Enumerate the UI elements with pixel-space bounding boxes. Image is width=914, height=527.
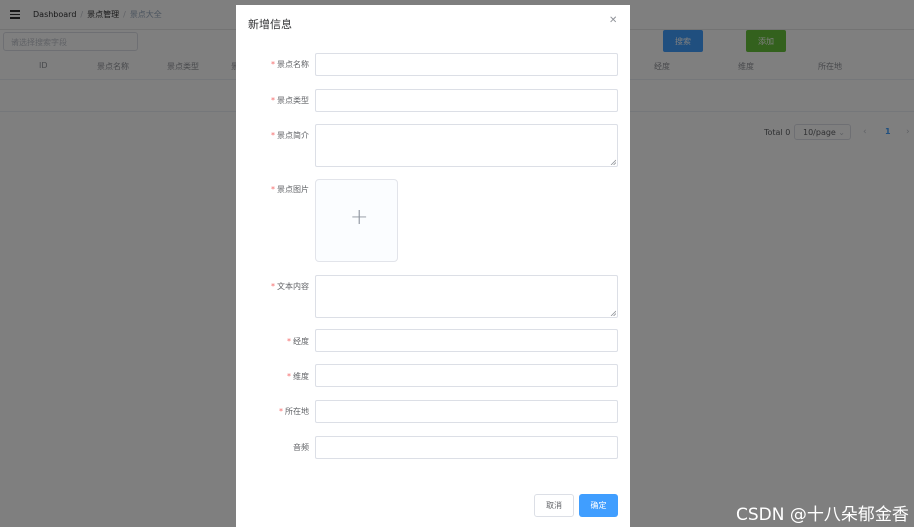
field-label-type: * 景点类型: [271, 96, 309, 105]
field-label-name: * 景点名称: [271, 60, 309, 69]
resize-grip-icon[interactable]: [610, 310, 616, 316]
confirm-button[interactable]: 确定: [579, 494, 618, 517]
type-input[interactable]: [315, 89, 618, 112]
longitude-input[interactable]: [315, 329, 618, 352]
field-label-location: * 所在地: [279, 407, 309, 416]
resize-grip-icon[interactable]: [610, 159, 616, 165]
image-uploader[interactable]: +: [315, 179, 398, 262]
close-icon[interactable]: ✕: [609, 15, 617, 26]
field-label-intro: * 景点简介: [271, 131, 309, 140]
content-textarea[interactable]: [315, 275, 618, 318]
watermark-text: CSDN @十八朵郁金香: [736, 505, 909, 525]
location-input[interactable]: [315, 400, 618, 423]
add-info-dialog: 新增信息 ✕ * 景点名称 * 景点类型 * 景点简介 * 景点图片 + * 文本内容 *…: [236, 5, 630, 527]
dialog-title: 新增信息: [248, 18, 292, 31]
field-label-audio: 音频: [293, 443, 309, 452]
plus-icon: +: [350, 205, 369, 230]
field-label-content: * 文本内容: [271, 282, 309, 291]
intro-textarea[interactable]: [315, 124, 618, 167]
field-label-image: * 景点图片: [271, 185, 309, 194]
latitude-input[interactable]: [315, 364, 618, 387]
name-input[interactable]: [315, 53, 618, 76]
field-label-longitude: * 经度: [287, 337, 309, 346]
field-label-latitude: * 维度: [287, 372, 309, 381]
cancel-button[interactable]: 取消: [534, 494, 574, 517]
audio-input[interactable]: [315, 436, 618, 459]
